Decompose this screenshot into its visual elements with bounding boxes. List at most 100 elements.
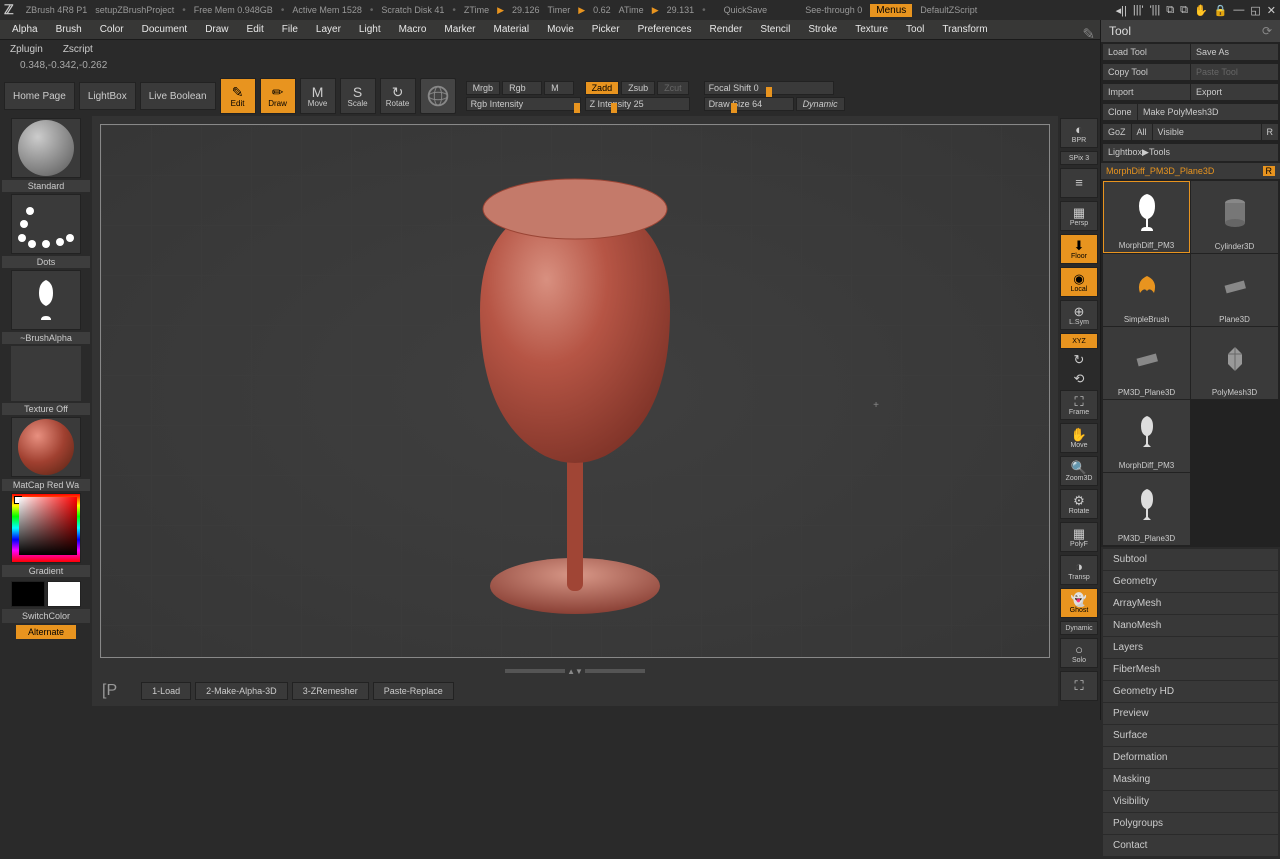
rotate-mode[interactable]: ↻Rotate — [380, 78, 416, 114]
menu-material[interactable]: Material — [486, 22, 538, 37]
tool-item[interactable]: PM3D_Plane3D — [1103, 327, 1190, 399]
lightbox-tools-button[interactable]: Lightbox▶Tools — [1103, 144, 1278, 161]
liveboolean-button[interactable]: Live Boolean — [140, 82, 216, 110]
solo-button[interactable]: ○Solo — [1060, 638, 1098, 668]
white-swatch[interactable] — [47, 581, 81, 607]
section-preview[interactable]: Preview — [1103, 703, 1278, 724]
section-surface[interactable]: Surface — [1103, 725, 1278, 746]
maximize-icon[interactable]: ◱ — [1250, 4, 1260, 17]
lock-icon[interactable]: 🔒 — [1214, 4, 1228, 17]
rgb-button[interactable]: Rgb — [502, 81, 542, 95]
section-fibermesh[interactable]: FiberMesh — [1103, 659, 1278, 680]
persp-button[interactable]: ▦Persp — [1060, 201, 1098, 231]
menu-document[interactable]: Document — [134, 22, 196, 37]
expand-button[interactable]: ⛶ — [1060, 671, 1098, 701]
move-mode[interactable]: MMove — [300, 78, 336, 114]
texture-swatch[interactable] — [11, 346, 81, 401]
export-button[interactable]: Export — [1191, 84, 1278, 100]
zadd-button[interactable]: Zadd — [585, 81, 620, 95]
zoom-button[interactable]: 🔍Zoom3D — [1060, 456, 1098, 486]
home-button[interactable]: Home Page — [4, 82, 75, 110]
r-button[interactable]: R — [1262, 124, 1279, 140]
r-button[interactable]: R — [1263, 166, 1276, 176]
section-arraymesh[interactable]: ArrayMesh — [1103, 593, 1278, 614]
menu-transform[interactable]: Transform — [934, 22, 995, 37]
switchcolor-button[interactable]: SwitchColor — [2, 609, 90, 623]
tool-item[interactable]: MorphDiff_PM3 — [1103, 400, 1190, 472]
canvas[interactable]: + — [100, 124, 1050, 658]
m-button[interactable]: M — [544, 81, 574, 95]
paste-tool-button[interactable]: Paste Tool — [1191, 64, 1278, 80]
lsym-button[interactable]: ⊕L.Sym — [1060, 300, 1098, 330]
color-picker[interactable] — [11, 493, 81, 563]
gyro-widget[interactable] — [420, 78, 456, 114]
goz-button[interactable]: GoZ — [1103, 124, 1131, 140]
menu-alpha[interactable]: Alpha — [4, 22, 46, 37]
menu-stroke[interactable]: Stroke — [800, 22, 845, 37]
dynamic-button[interactable]: Dynamic — [1060, 621, 1098, 635]
seethrough-slider[interactable]: See-through 0 — [805, 5, 862, 15]
section-subtool[interactable]: Subtool — [1103, 549, 1278, 570]
alpha-swatch[interactable] — [11, 270, 81, 330]
focal-shift-slider[interactable]: Focal Shift 0 — [704, 81, 834, 95]
aahalf-button[interactable]: ≡ — [1060, 168, 1098, 198]
minimize-icon[interactable]: — — [1233, 4, 1244, 16]
menu-draw[interactable]: Draw — [197, 22, 236, 37]
menu-file[interactable]: File — [274, 22, 306, 37]
tool-item[interactable]: MorphDiff_PM3 — [1103, 181, 1190, 253]
rotate-button[interactable]: ⚙Rotate — [1060, 489, 1098, 519]
bpr-button[interactable]: ◐BPR — [1060, 118, 1098, 148]
section-geometry[interactable]: Geometry — [1103, 571, 1278, 592]
rot-icon[interactable]: ⟲ — [1060, 371, 1098, 387]
draw-mode[interactable]: ✏Draw — [260, 78, 296, 114]
move-button[interactable]: ✋Move — [1060, 423, 1098, 453]
edit-mode[interactable]: ✎Edit — [220, 78, 256, 114]
default-zscript[interactable]: DefaultZScript — [920, 5, 977, 15]
reload-icon[interactable]: ⟳ — [1262, 24, 1272, 38]
make-polymesh-button[interactable]: Make PolyMesh3D — [1138, 104, 1278, 120]
bars-icon[interactable]: '||| — [1150, 4, 1161, 16]
current-tool-name[interactable]: MorphDiff_PM3D_Plane3DR — [1101, 163, 1280, 179]
section-contact[interactable]: Contact — [1103, 835, 1278, 856]
prev-icon[interactable]: ◂|| — [1116, 4, 1127, 17]
menu-preferences[interactable]: Preferences — [630, 22, 700, 37]
menu-brush[interactable]: Brush — [48, 22, 90, 37]
menu-light[interactable]: Light — [351, 22, 389, 37]
macro-2-alpha[interactable]: 2-Make-Alpha-3D — [195, 682, 288, 700]
close-icon[interactable]: ✕ — [1267, 4, 1276, 17]
menu-texture[interactable]: Texture — [847, 22, 896, 37]
hand-icon[interactable]: ✋ — [1194, 4, 1208, 17]
tool-item[interactable]: PolyMesh3D — [1191, 327, 1278, 399]
dynamic-button[interactable]: Dynamic — [796, 97, 845, 111]
macro-1-load[interactable]: 1-Load — [141, 682, 191, 700]
zcut-button[interactable]: Zcut — [657, 81, 689, 95]
menu-edit[interactable]: Edit — [239, 22, 272, 37]
import-button[interactable]: Import — [1103, 84, 1190, 100]
macro-3-zremesher[interactable]: 3-ZRemesher — [292, 682, 369, 700]
window-icon[interactable]: ⧉ — [1180, 4, 1188, 17]
menu-stencil[interactable]: Stencil — [752, 22, 798, 37]
tool-item[interactable]: Plane3D — [1191, 254, 1278, 326]
zsub-button[interactable]: Zsub — [621, 81, 655, 95]
menu-zplugin[interactable]: Zplugin — [4, 42, 49, 57]
rgb-intensity-slider[interactable]: Rgb Intensity — [466, 97, 581, 111]
section-nanomesh[interactable]: NanoMesh — [1103, 615, 1278, 636]
z-intensity-slider[interactable]: Z Intensity 25 — [585, 97, 690, 111]
bars-icon[interactable]: |||' — [1133, 4, 1144, 16]
rot-icon[interactable]: ↻ — [1060, 352, 1098, 368]
floor-button[interactable]: ⬇Floor — [1060, 234, 1098, 264]
section-polygroups[interactable]: Polygroups — [1103, 813, 1278, 834]
black-swatch[interactable] — [11, 581, 45, 607]
draw-size-slider[interactable]: Draw Size 64 — [704, 97, 794, 111]
tool-item[interactable]: PM3D_Plane3D — [1103, 473, 1190, 545]
macro-paste-replace[interactable]: Paste-Replace — [373, 682, 454, 700]
menu-tool[interactable]: Tool — [898, 22, 932, 37]
menus-button[interactable]: Menus — [870, 4, 912, 17]
tool-item[interactable]: SimpleBrush — [1103, 254, 1190, 326]
local-button[interactable]: ◉Local — [1060, 267, 1098, 297]
transp-button[interactable]: ◑Transp — [1060, 555, 1098, 585]
material-swatch[interactable] — [11, 417, 81, 477]
menu-macro[interactable]: Macro — [391, 22, 435, 37]
alternate-button[interactable]: Alternate — [16, 625, 76, 639]
gradient-label[interactable]: Gradient — [2, 565, 90, 577]
